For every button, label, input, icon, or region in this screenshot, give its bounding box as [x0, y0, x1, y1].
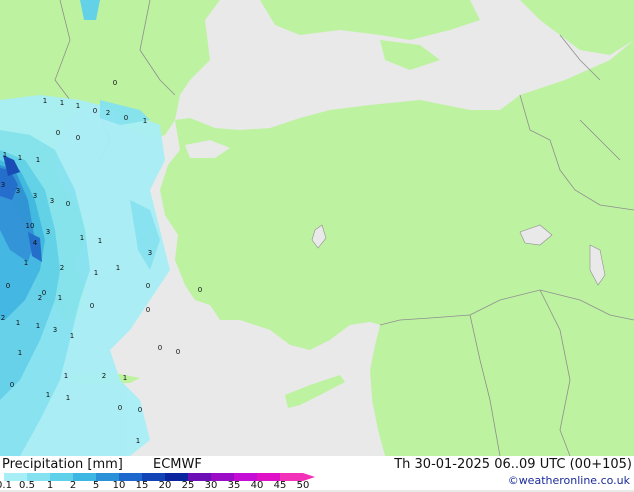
station-value: 1 — [36, 156, 40, 164]
station-value: 2 — [38, 294, 42, 302]
station-value: 0 — [158, 344, 162, 352]
station-value: 0 — [176, 348, 180, 356]
station-value: 1 — [80, 234, 84, 242]
station-value: 1 — [24, 259, 28, 267]
station-value: 0 — [66, 200, 70, 208]
station-value: 1 — [36, 322, 40, 330]
credit-link[interactable]: ©weatheronline.co.uk — [508, 474, 630, 487]
colorbar-tick-label: 0.5 — [19, 480, 35, 491]
station-value: 0 — [10, 381, 14, 389]
station-value: 1 — [60, 99, 64, 107]
station-value: 0 — [124, 114, 128, 122]
station-value: 3 — [46, 228, 50, 236]
station-value: 2 — [106, 109, 110, 117]
station-value: 1 — [46, 391, 50, 399]
station-value: 1 — [94, 269, 98, 277]
map-title: Precipitation [mm] — [2, 457, 123, 472]
station-value: 3 — [16, 187, 20, 195]
station-value: 0 — [42, 289, 46, 297]
station-value: 1 — [123, 374, 127, 382]
station-value: 3 — [50, 197, 54, 205]
colorbar-tick-label: 2 — [69, 480, 77, 491]
colorbar-tick-label: 20 — [158, 480, 172, 491]
station-value: 0 — [198, 286, 202, 294]
station-value: 0 — [146, 306, 150, 314]
station-value: 2 — [60, 264, 64, 272]
station-value: 1 — [18, 349, 22, 357]
colorbar-tick-label: 10 — [112, 480, 126, 491]
station-value: 1 — [43, 97, 47, 105]
model-name: ECMWF — [153, 457, 202, 472]
station-value: 2 — [102, 372, 106, 380]
station-value: 10 — [26, 222, 35, 230]
station-value: 1 — [98, 237, 102, 245]
station-value: 3 — [1, 181, 5, 189]
station-value: 1 — [3, 151, 7, 159]
station-value: 1 — [16, 319, 20, 327]
station-value: 1 — [116, 264, 120, 272]
station-value: 0 — [93, 107, 97, 115]
colorbar-tick-label: 5 — [92, 480, 100, 491]
station-value: 1 — [76, 102, 80, 110]
precipitation-map: 01 110 20 1001 1 13333 010341 121002 121 1 31310 01… — [0, 0, 634, 456]
station-value: 3 — [148, 249, 152, 257]
colorbar-tick-label: 15 — [135, 480, 149, 491]
colorbar-tick-label: 30 — [204, 480, 218, 491]
station-value: 0 — [146, 282, 150, 290]
colorbar-tick-label: 35 — [227, 480, 241, 491]
colorbar-tick-label: 0.1 — [0, 480, 12, 491]
station-value: 0 — [113, 79, 117, 87]
colorbar-tick-label: 25 — [181, 480, 195, 491]
station-value: 0 — [76, 134, 80, 142]
station-value: 1 — [18, 154, 22, 162]
station-value: 0 — [56, 129, 60, 137]
valid-time: Th 30-01-2025 06..09 UTC (00+105) — [394, 457, 632, 472]
station-value: 1 — [70, 332, 74, 340]
station-value: 1 — [143, 117, 147, 125]
colorbar-tick-label: 45 — [273, 480, 287, 491]
station-value: 0 — [138, 406, 142, 414]
colorbar-tick-label: 1 — [46, 480, 54, 491]
station-value: 2 — [1, 314, 5, 322]
station-value: 3 — [53, 326, 57, 334]
station-value: 0 — [118, 404, 122, 412]
station-value: 3 — [33, 192, 37, 200]
station-value: 1 — [58, 294, 62, 302]
colorbar-tick-label: 50 — [296, 480, 310, 491]
station-value: 4 — [33, 239, 38, 247]
station-value: 1 — [64, 372, 68, 380]
station-value: 0 — [6, 282, 10, 290]
station-value: 0 — [90, 302, 94, 310]
colorbar-ticks: 0.10.5125101520253035404550 — [0, 480, 360, 492]
colorbar-tick-label: 40 — [250, 480, 264, 491]
station-value: 1 — [66, 394, 70, 402]
station-value: 1 — [136, 437, 140, 445]
